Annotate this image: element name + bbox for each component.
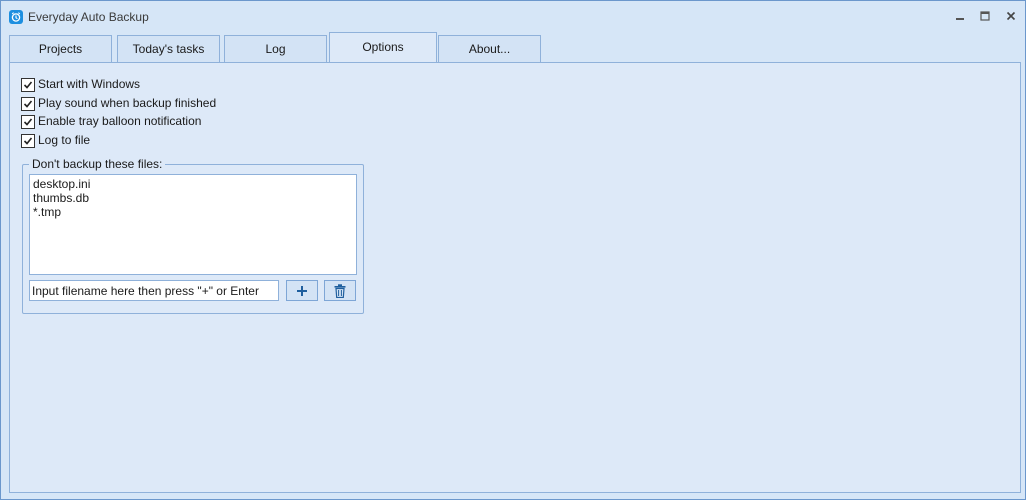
checkmark-icon xyxy=(23,137,33,145)
tab-todays-tasks[interactable]: Today's tasks xyxy=(117,35,220,62)
checkmark-icon xyxy=(23,81,33,89)
tray-balloon-checkbox[interactable] xyxy=(21,115,35,129)
list-item[interactable]: *.tmp xyxy=(33,205,61,219)
excluded-files-list[interactable]: desktop.ini thumbs.db *.tmp xyxy=(29,174,357,275)
close-icon xyxy=(1006,11,1016,21)
tab-about[interactable]: About... xyxy=(438,35,541,62)
add-button[interactable] xyxy=(286,280,318,301)
minimize-button[interactable] xyxy=(947,5,973,27)
trash-icon xyxy=(334,283,346,298)
filename-input[interactable] xyxy=(29,280,279,301)
window-title: Everyday Auto Backup xyxy=(28,10,149,24)
exclude-files-group: Don't backup these files: desktop.ini th… xyxy=(22,157,364,314)
plus-icon xyxy=(297,285,307,296)
maximize-button[interactable] xyxy=(972,5,998,27)
options-panel: Start with Windows Play sound when backu… xyxy=(9,62,1021,493)
tab-log[interactable]: Log xyxy=(224,35,327,62)
checkbox-label: Log to file xyxy=(38,133,91,147)
play-sound-checkbox[interactable] xyxy=(21,97,35,111)
tab-projects[interactable]: Projects xyxy=(9,35,112,62)
app-window: Everyday Auto Backup Projects Today's ta… xyxy=(0,0,1026,500)
checkbox-label: Play sound when backup finished xyxy=(38,96,217,110)
delete-button[interactable] xyxy=(324,280,356,301)
tab-options[interactable]: Options xyxy=(329,32,437,63)
title-bar[interactable]: Everyday Auto Backup xyxy=(1,1,1025,33)
close-button[interactable] xyxy=(998,5,1024,27)
group-title: Don't backup these files: xyxy=(29,157,166,171)
checkmark-icon xyxy=(23,100,33,108)
start-with-windows-checkbox[interactable] xyxy=(21,78,35,92)
app-icon xyxy=(9,10,23,24)
checkbox-label: Enable tray balloon notification xyxy=(38,114,202,128)
list-item[interactable]: thumbs.db xyxy=(33,191,89,205)
minimize-icon xyxy=(956,18,964,20)
log-to-file-checkbox[interactable] xyxy=(21,134,35,148)
checkbox-label: Start with Windows xyxy=(38,77,141,91)
list-item[interactable]: desktop.ini xyxy=(33,177,90,191)
tab-bar: Projects Today's tasks Log Options About… xyxy=(9,32,1019,63)
maximize-icon xyxy=(980,11,990,21)
checkmark-icon xyxy=(23,118,33,126)
